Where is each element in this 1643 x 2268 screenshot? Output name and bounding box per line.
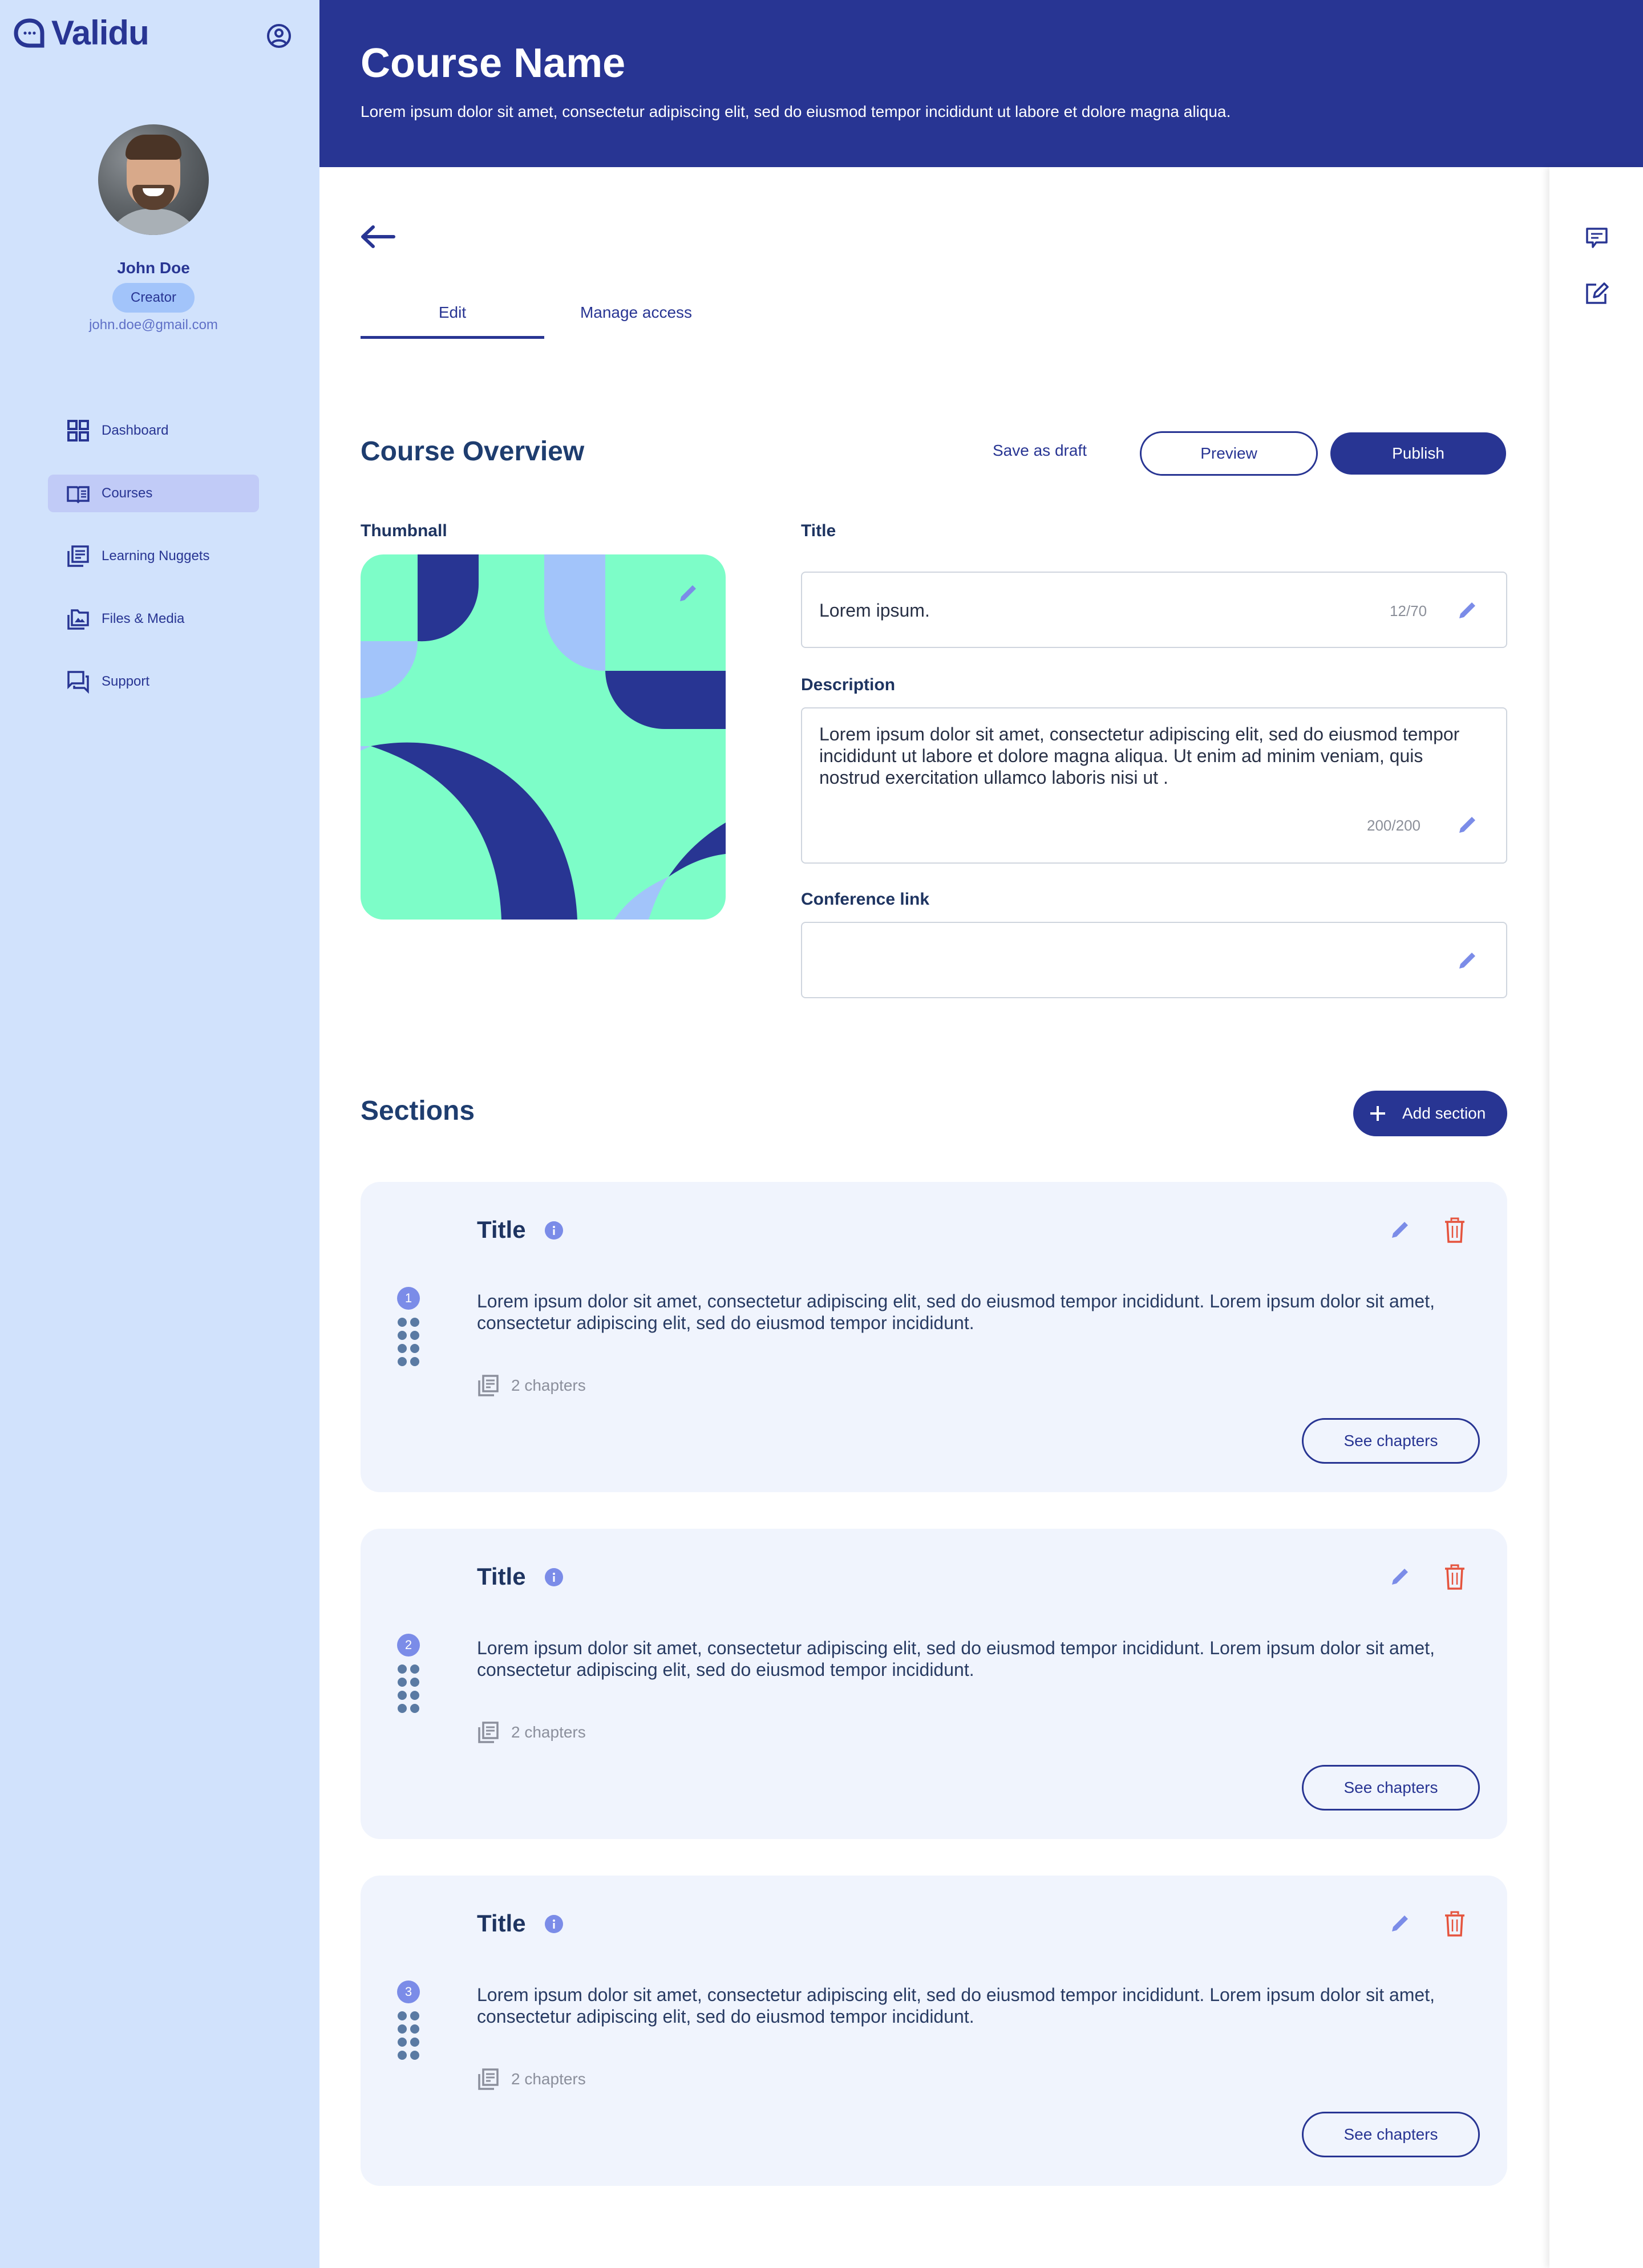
chapters-icon (478, 1722, 499, 1743)
user-name: John Doe (117, 259, 190, 277)
info-icon[interactable] (544, 1914, 564, 1934)
chapters-count: 2 chapters (477, 2067, 586, 2091)
back-arrow-icon[interactable] (359, 222, 396, 251)
sidebar-item-dashboard[interactable]: Dashboard (48, 412, 259, 449)
pencil-icon[interactable] (1389, 1912, 1411, 1935)
chapters-icon (478, 2068, 499, 2090)
title-input-value: Lorem ipsum. (819, 600, 930, 621)
stacked-documents-icon (67, 545, 89, 567)
sidebar-item-learning-nuggets[interactable]: Learning Nuggets (48, 537, 259, 575)
sidebar-item-label: Courses (102, 485, 153, 501)
sidebar-item-label: Support (102, 674, 150, 689)
comment-icon[interactable] (1584, 224, 1610, 250)
thumbnail-image[interactable] (361, 554, 726, 920)
sidebar: Validu John Doe Creator john.doe@gmail.c… (0, 0, 319, 2268)
chapters-count: 2 chapters (477, 1374, 586, 1398)
description-value: Lorem ipsum dolor sit amet, consectetur … (819, 724, 1460, 788)
tab-manage-access[interactable]: Manage access (544, 297, 728, 339)
sections-title: Sections (361, 1096, 475, 1126)
thumbnail-pattern (361, 554, 726, 920)
trash-icon[interactable] (1443, 1217, 1466, 1244)
course-header: Course Name Lorem ipsum dolor sit amet, … (319, 0, 1643, 167)
title-char-counter: 12/70 (1390, 602, 1427, 619)
see-chapters-button[interactable]: See chapters (1302, 1765, 1480, 1811)
section-card: Title 2 Lorem ipsum dolor sit amet, cons… (361, 1529, 1507, 1839)
course-subtitle: Lorem ipsum dolor sit amet, consectetur … (361, 103, 1231, 120)
user-email: john.doe@gmail.com (89, 317, 218, 333)
conference-link-input[interactable] (801, 922, 1507, 998)
pencil-icon[interactable] (1389, 1218, 1411, 1241)
section-title: Title (477, 1563, 526, 1590)
see-chapters-button[interactable]: See chapters (1302, 1418, 1480, 1464)
description-textarea[interactable]: Lorem ipsum dolor sit amet, consectetur … (801, 707, 1507, 864)
section-title: Title (477, 1910, 526, 1937)
section-number-badge: 1 (397, 1287, 420, 1310)
chapters-count: 2 chapters (477, 1720, 586, 1744)
sidebar-nav: Dashboard Courses Learning Nuggets Files… (48, 412, 259, 726)
title-input[interactable]: Lorem ipsum. 12/70 (801, 572, 1507, 648)
drag-handle-icon[interactable] (396, 1663, 421, 1714)
conference-link-label: Conference link (801, 890, 930, 909)
section-card: Title 1 Lorem ipsum dolor sit amet, cons… (361, 1182, 1507, 1492)
info-icon[interactable] (544, 1221, 564, 1240)
chapters-label: 2 chapters (511, 1723, 586, 1741)
thumbnail-label: Thumbnall (361, 521, 447, 540)
section-description: Lorem ipsum dolor sit amet, consectetur … (477, 1291, 1435, 1333)
section-card: Title 3 Lorem ipsum dolor sit amet, cons… (361, 1876, 1507, 2186)
role-badge: Creator (112, 283, 195, 313)
chapters-label: 2 chapters (511, 2070, 586, 2088)
tab-edit[interactable]: Edit (361, 297, 544, 339)
image-folder-icon (67, 609, 89, 630)
sidebar-item-label: Learning Nuggets (102, 548, 210, 564)
logo-chat-icon (14, 18, 44, 48)
add-section-label: Add section (1402, 1104, 1486, 1122)
plus-icon (1370, 1106, 1385, 1121)
account-icon[interactable] (266, 23, 292, 49)
sidebar-item-files-media[interactable]: Files & Media (48, 600, 259, 638)
chapters-icon (478, 1375, 499, 1396)
course-overview-title: Course Overview (361, 436, 585, 467)
sidebar-item-courses[interactable]: Courses (48, 475, 259, 512)
edit-note-icon[interactable] (1584, 280, 1610, 306)
course-name: Course Name (361, 40, 626, 86)
thumbnail-edit-icon[interactable] (677, 582, 699, 605)
save-draft-button[interactable]: Save as draft (993, 442, 1087, 460)
chat-bubbles-icon (67, 671, 89, 694)
add-section-button[interactable]: Add section (1353, 1091, 1507, 1136)
trash-icon[interactable] (1443, 1564, 1466, 1590)
dashboard-grid-icon (67, 420, 89, 442)
info-icon[interactable] (544, 1568, 564, 1587)
trash-icon[interactable] (1443, 1911, 1466, 1937)
right-rail (1549, 167, 1643, 2268)
section-number-badge: 3 (397, 1981, 420, 2003)
section-description: Lorem ipsum dolor sit amet, consectetur … (477, 1984, 1435, 2027)
description-label: Description (801, 675, 896, 694)
sidebar-item-label: Files & Media (102, 611, 185, 626)
chapters-label: 2 chapters (511, 1376, 586, 1394)
pencil-icon[interactable] (1456, 949, 1479, 972)
logo[interactable]: Validu (14, 16, 149, 50)
drag-handle-icon[interactable] (396, 2010, 421, 2060)
preview-button[interactable]: Preview (1140, 431, 1318, 476)
section-description: Lorem ipsum dolor sit amet, consectetur … (477, 1638, 1435, 1680)
sidebar-item-support[interactable]: Support (48, 663, 259, 700)
drag-handle-icon[interactable] (396, 1317, 421, 1367)
see-chapters-button[interactable]: See chapters (1302, 2112, 1480, 2157)
pencil-icon[interactable] (1456, 599, 1479, 622)
avatar (98, 124, 209, 235)
open-book-icon (67, 486, 90, 504)
pencil-icon[interactable] (1389, 1565, 1411, 1588)
pencil-icon[interactable] (1456, 813, 1479, 836)
title-label: Title (801, 521, 836, 540)
tabs: Edit Manage access (361, 297, 728, 339)
publish-button[interactable]: Publish (1330, 432, 1506, 475)
brand-name: Validu (51, 14, 149, 52)
section-number-badge: 2 (397, 1634, 420, 1657)
description-char-counter: 200/200 (1367, 817, 1421, 834)
user-profile: John Doe Creator john.doe@gmail.com (0, 124, 307, 333)
section-title: Title (477, 1216, 526, 1243)
sidebar-item-label: Dashboard (102, 423, 169, 438)
